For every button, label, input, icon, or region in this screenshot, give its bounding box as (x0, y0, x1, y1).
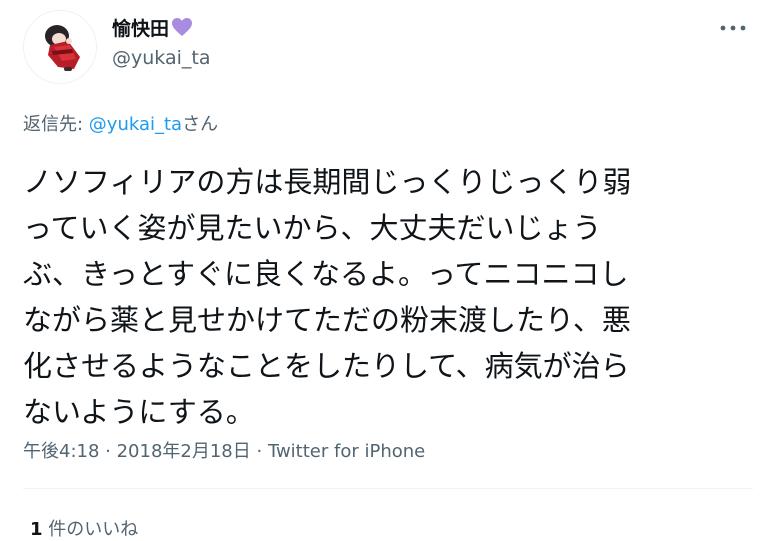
meta-separator: · (99, 441, 117, 462)
reply-prefix: 返信先: (23, 114, 89, 135)
display-name[interactable]: 愉快田 (112, 14, 169, 41)
avatar[interactable] (23, 10, 97, 84)
divider (23, 488, 753, 489)
user-avatar-image (24, 11, 96, 83)
reply-mention-link[interactable]: @yukai_ta (89, 114, 182, 135)
tweet-text: ノソフィリアの方は長期間じっくりじっくり弱 っていく姿が見たいから、大丈夫だいじ… (23, 165, 632, 429)
purple-heart-icon (171, 17, 193, 37)
tweet-time[interactable]: 午後4:18 (23, 441, 99, 462)
reply-to-line: 返信先: @yukai_taさん (23, 110, 218, 136)
tweet-source[interactable]: Twitter for iPhone (268, 441, 425, 462)
more-horizontal-icon (720, 25, 746, 31)
more-options-button[interactable] (716, 17, 750, 39)
author-name-row[interactable]: 愉快田 (112, 14, 193, 40)
likes-count: 1 (30, 519, 43, 540)
author-handle[interactable]: @yukai_ta (112, 47, 210, 69)
likes-label: 件のいいね (42, 519, 139, 540)
tweet-metadata: 午後4:18 · 2018年2月18日 · Twitter for iPhone (23, 437, 425, 463)
reply-suffix: さん (182, 114, 219, 135)
tweet-date[interactable]: 2018年2月18日 (117, 441, 251, 462)
meta-separator-2: · (250, 441, 268, 462)
likes-link[interactable]: 1 件のいいね (30, 515, 138, 541)
